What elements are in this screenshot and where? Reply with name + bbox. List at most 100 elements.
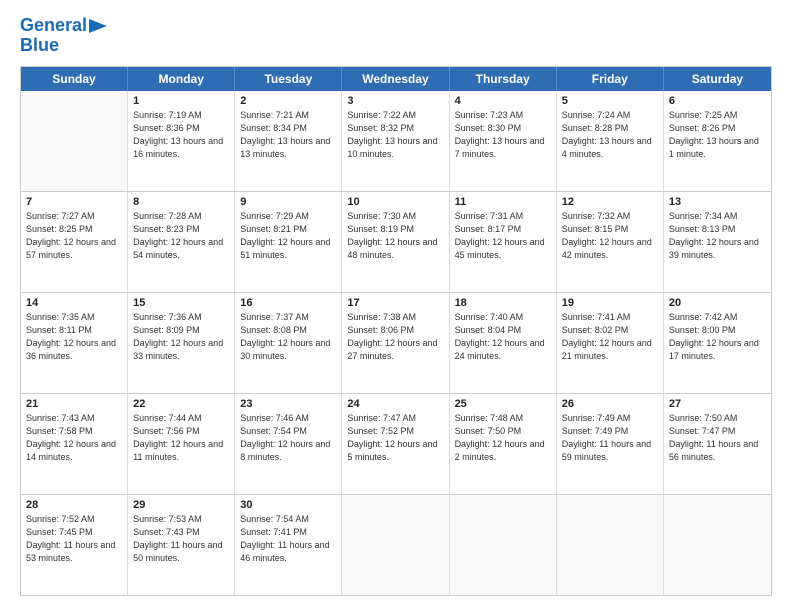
- day-of-week-monday: Monday: [128, 67, 235, 91]
- day-number: 18: [455, 297, 551, 309]
- day-cell-14: 14 Sunrise: 7:35 AMSunset: 8:11 PMDaylig…: [21, 293, 128, 393]
- day-of-week-friday: Friday: [557, 67, 664, 91]
- day-info: Sunrise: 7:47 AMSunset: 7:52 PMDaylight:…: [347, 412, 443, 464]
- day-cell-25: 25 Sunrise: 7:48 AMSunset: 7:50 PMDaylig…: [450, 394, 557, 494]
- day-cell-3: 3 Sunrise: 7:22 AMSunset: 8:32 PMDayligh…: [342, 91, 449, 191]
- day-cell-20: 20 Sunrise: 7:42 AMSunset: 8:00 PMDaylig…: [664, 293, 771, 393]
- day-cell-13: 13 Sunrise: 7:34 AMSunset: 8:13 PMDaylig…: [664, 192, 771, 292]
- day-cell-12: 12 Sunrise: 7:32 AMSunset: 8:15 PMDaylig…: [557, 192, 664, 292]
- day-number: 29: [133, 499, 229, 511]
- empty-cell: [342, 495, 449, 595]
- day-info: Sunrise: 7:40 AMSunset: 8:04 PMDaylight:…: [455, 311, 551, 363]
- day-info: Sunrise: 7:41 AMSunset: 8:02 PMDaylight:…: [562, 311, 658, 363]
- day-info: Sunrise: 7:44 AMSunset: 7:56 PMDaylight:…: [133, 412, 229, 464]
- day-cell-10: 10 Sunrise: 7:30 AMSunset: 8:19 PMDaylig…: [342, 192, 449, 292]
- calendar-row-4: 21 Sunrise: 7:43 AMSunset: 7:58 PMDaylig…: [21, 394, 771, 495]
- day-info: Sunrise: 7:46 AMSunset: 7:54 PMDaylight:…: [240, 412, 336, 464]
- day-number: 10: [347, 196, 443, 208]
- day-info: Sunrise: 7:42 AMSunset: 8:00 PMDaylight:…: [669, 311, 766, 363]
- calendar-row-3: 14 Sunrise: 7:35 AMSunset: 8:11 PMDaylig…: [21, 293, 771, 394]
- day-number: 24: [347, 398, 443, 410]
- day-cell-1: 1 Sunrise: 7:19 AMSunset: 8:36 PMDayligh…: [128, 91, 235, 191]
- day-info: Sunrise: 7:30 AMSunset: 8:19 PMDaylight:…: [347, 210, 443, 262]
- day-info: Sunrise: 7:34 AMSunset: 8:13 PMDaylight:…: [669, 210, 766, 262]
- day-cell-22: 22 Sunrise: 7:44 AMSunset: 7:56 PMDaylig…: [128, 394, 235, 494]
- day-cell-6: 6 Sunrise: 7:25 AMSunset: 8:26 PMDayligh…: [664, 91, 771, 191]
- day-number: 19: [562, 297, 658, 309]
- day-info: Sunrise: 7:35 AMSunset: 8:11 PMDaylight:…: [26, 311, 122, 363]
- empty-cell: [450, 495, 557, 595]
- day-cell-19: 19 Sunrise: 7:41 AMSunset: 8:02 PMDaylig…: [557, 293, 664, 393]
- day-number: 1: [133, 95, 229, 107]
- day-cell-24: 24 Sunrise: 7:47 AMSunset: 7:52 PMDaylig…: [342, 394, 449, 494]
- empty-cell: [21, 91, 128, 191]
- day-number: 17: [347, 297, 443, 309]
- day-cell-21: 21 Sunrise: 7:43 AMSunset: 7:58 PMDaylig…: [21, 394, 128, 494]
- calendar-row-2: 7 Sunrise: 7:27 AMSunset: 8:25 PMDayligh…: [21, 192, 771, 293]
- day-info: Sunrise: 7:54 AMSunset: 7:41 PMDaylight:…: [240, 513, 336, 565]
- empty-cell: [664, 495, 771, 595]
- day-of-week-tuesday: Tuesday: [235, 67, 342, 91]
- logo-text-blue: Blue: [20, 36, 59, 56]
- day-of-week-sunday: Sunday: [21, 67, 128, 91]
- logo-arrow-icon: [89, 19, 107, 33]
- day-cell-28: 28 Sunrise: 7:52 AMSunset: 7:45 PMDaylig…: [21, 495, 128, 595]
- day-info: Sunrise: 7:21 AMSunset: 8:34 PMDaylight:…: [240, 109, 336, 161]
- day-info: Sunrise: 7:28 AMSunset: 8:23 PMDaylight:…: [133, 210, 229, 262]
- calendar-row-5: 28 Sunrise: 7:52 AMSunset: 7:45 PMDaylig…: [21, 495, 771, 595]
- day-info: Sunrise: 7:23 AMSunset: 8:30 PMDaylight:…: [455, 109, 551, 161]
- empty-cell: [557, 495, 664, 595]
- day-cell-11: 11 Sunrise: 7:31 AMSunset: 8:17 PMDaylig…: [450, 192, 557, 292]
- day-number: 27: [669, 398, 766, 410]
- day-number: 25: [455, 398, 551, 410]
- day-info: Sunrise: 7:22 AMSunset: 8:32 PMDaylight:…: [347, 109, 443, 161]
- day-info: Sunrise: 7:37 AMSunset: 8:08 PMDaylight:…: [240, 311, 336, 363]
- day-number: 11: [455, 196, 551, 208]
- day-info: Sunrise: 7:52 AMSunset: 7:45 PMDaylight:…: [26, 513, 122, 565]
- day-cell-26: 26 Sunrise: 7:49 AMSunset: 7:49 PMDaylig…: [557, 394, 664, 494]
- day-info: Sunrise: 7:31 AMSunset: 8:17 PMDaylight:…: [455, 210, 551, 262]
- day-number: 2: [240, 95, 336, 107]
- day-number: 22: [133, 398, 229, 410]
- day-number: 6: [669, 95, 766, 107]
- day-info: Sunrise: 7:50 AMSunset: 7:47 PMDaylight:…: [669, 412, 766, 464]
- day-cell-27: 27 Sunrise: 7:50 AMSunset: 7:47 PMDaylig…: [664, 394, 771, 494]
- day-cell-9: 9 Sunrise: 7:29 AMSunset: 8:21 PMDayligh…: [235, 192, 342, 292]
- day-info: Sunrise: 7:43 AMSunset: 7:58 PMDaylight:…: [26, 412, 122, 464]
- day-number: 28: [26, 499, 122, 511]
- day-number: 4: [455, 95, 551, 107]
- day-info: Sunrise: 7:32 AMSunset: 8:15 PMDaylight:…: [562, 210, 658, 262]
- calendar-row-1: 1 Sunrise: 7:19 AMSunset: 8:36 PMDayligh…: [21, 91, 771, 192]
- day-cell-16: 16 Sunrise: 7:37 AMSunset: 8:08 PMDaylig…: [235, 293, 342, 393]
- day-cell-18: 18 Sunrise: 7:40 AMSunset: 8:04 PMDaylig…: [450, 293, 557, 393]
- day-info: Sunrise: 7:19 AMSunset: 8:36 PMDaylight:…: [133, 109, 229, 161]
- day-cell-29: 29 Sunrise: 7:53 AMSunset: 7:43 PMDaylig…: [128, 495, 235, 595]
- day-cell-30: 30 Sunrise: 7:54 AMSunset: 7:41 PMDaylig…: [235, 495, 342, 595]
- day-number: 15: [133, 297, 229, 309]
- day-number: 7: [26, 196, 122, 208]
- logo-text-general: General: [20, 16, 87, 36]
- day-cell-15: 15 Sunrise: 7:36 AMSunset: 8:09 PMDaylig…: [128, 293, 235, 393]
- page: General Blue SundayMondayTuesdayWednesda…: [0, 0, 792, 612]
- calendar-header: SundayMondayTuesdayWednesdayThursdayFrid…: [21, 67, 771, 91]
- day-number: 9: [240, 196, 336, 208]
- day-number: 14: [26, 297, 122, 309]
- day-info: Sunrise: 7:53 AMSunset: 7:43 PMDaylight:…: [133, 513, 229, 565]
- day-cell-7: 7 Sunrise: 7:27 AMSunset: 8:25 PMDayligh…: [21, 192, 128, 292]
- logo: General Blue: [20, 16, 107, 56]
- day-info: Sunrise: 7:49 AMSunset: 7:49 PMDaylight:…: [562, 412, 658, 464]
- day-info: Sunrise: 7:29 AMSunset: 8:21 PMDaylight:…: [240, 210, 336, 262]
- day-info: Sunrise: 7:36 AMSunset: 8:09 PMDaylight:…: [133, 311, 229, 363]
- day-cell-8: 8 Sunrise: 7:28 AMSunset: 8:23 PMDayligh…: [128, 192, 235, 292]
- day-of-week-saturday: Saturday: [664, 67, 771, 91]
- day-number: 20: [669, 297, 766, 309]
- day-cell-5: 5 Sunrise: 7:24 AMSunset: 8:28 PMDayligh…: [557, 91, 664, 191]
- day-number: 5: [562, 95, 658, 107]
- day-cell-23: 23 Sunrise: 7:46 AMSunset: 7:54 PMDaylig…: [235, 394, 342, 494]
- day-number: 8: [133, 196, 229, 208]
- day-number: 13: [669, 196, 766, 208]
- day-cell-4: 4 Sunrise: 7:23 AMSunset: 8:30 PMDayligh…: [450, 91, 557, 191]
- day-cell-2: 2 Sunrise: 7:21 AMSunset: 8:34 PMDayligh…: [235, 91, 342, 191]
- header: General Blue: [20, 16, 772, 56]
- day-cell-17: 17 Sunrise: 7:38 AMSunset: 8:06 PMDaylig…: [342, 293, 449, 393]
